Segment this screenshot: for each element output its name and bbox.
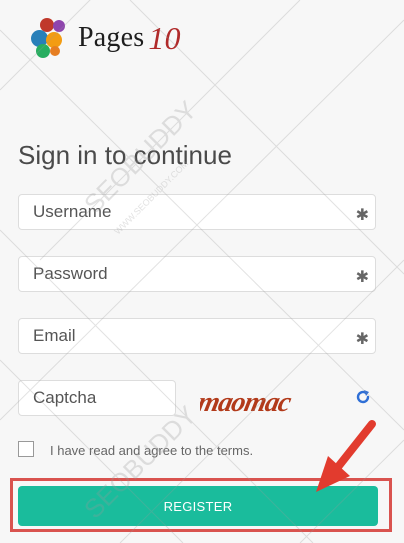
captcha-input[interactable]: Captcha bbox=[18, 380, 176, 416]
required-icon: ✱ bbox=[355, 331, 369, 348]
password-placeholder: Password bbox=[33, 264, 108, 283]
captcha-placeholder: Captcha bbox=[33, 388, 97, 407]
required-icon: ✱ bbox=[355, 207, 369, 224]
annotation-arrow-icon bbox=[316, 420, 376, 492]
terms-checkbox[interactable] bbox=[18, 441, 34, 457]
username-placeholder: Username bbox=[33, 202, 112, 221]
password-field[interactable]: Password ✱ bbox=[18, 256, 376, 292]
brand-name: Pages bbox=[78, 22, 145, 53]
email-field[interactable]: Email ✱ bbox=[18, 318, 376, 354]
logo-mark-icon bbox=[28, 16, 76, 60]
brand-version: 10 bbox=[148, 19, 181, 56]
email-placeholder: Email bbox=[33, 326, 76, 345]
brand-logo: Pages 10 bbox=[28, 16, 181, 60]
page-title: Sign in to continue bbox=[18, 140, 232, 170]
required-icon: ✱ bbox=[355, 269, 369, 286]
captcha-text: maomac bbox=[200, 387, 295, 418]
terms-label: I have read and agree to the terms. bbox=[50, 443, 254, 458]
username-field[interactable]: Username ✱ bbox=[18, 194, 376, 230]
